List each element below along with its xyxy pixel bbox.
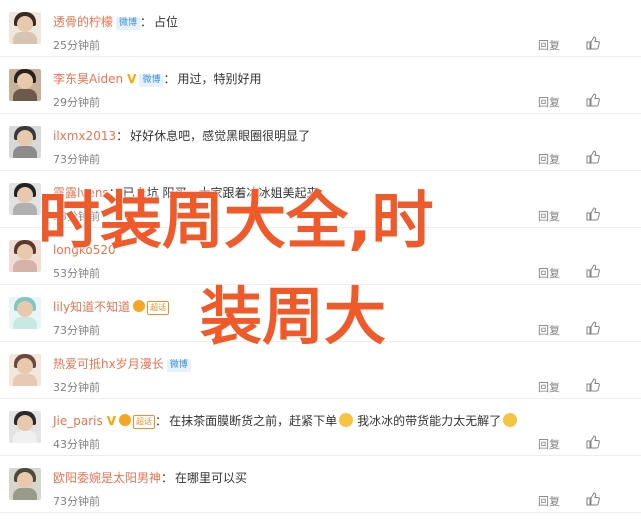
- medal-icon: [133, 300, 146, 312]
- thumbs-up-icon: [586, 378, 600, 392]
- list-item: 透骨的柠檬 微博：占位 25分钟前 回复: [0, 0, 641, 57]
- colon-separator: ：: [108, 186, 121, 200]
- like-button[interactable]: [586, 321, 600, 335]
- avatar[interactable]: [9, 411, 41, 443]
- colon-separator: ：: [163, 72, 176, 86]
- list-item: ilxmx2013： 好好休息吧，感觉黑眼圈很明显了 73分钟前 回复: [0, 114, 641, 171]
- avatar[interactable]: [9, 126, 41, 158]
- thumbs-up-icon: [586, 207, 600, 221]
- like-button[interactable]: [586, 435, 600, 449]
- topic-tag: 超话: [133, 415, 156, 429]
- topic-tag: 超话: [147, 301, 170, 315]
- list-item: lily知道不知道 超话 73分钟前 回复: [0, 285, 641, 342]
- like-button[interactable]: [586, 93, 600, 107]
- verified-icon: V: [127, 72, 137, 86]
- member-badge: 微博: [139, 74, 164, 87]
- list-item: 李东昊Aiden V 微博：用过，特别好用 29分钟前 回复: [0, 57, 641, 114]
- thumbs-up-icon: [586, 321, 600, 335]
- colon-separator: ：: [155, 414, 168, 428]
- avatar[interactable]: [9, 297, 41, 329]
- like-button[interactable]: [586, 150, 600, 164]
- reply-button[interactable]: 回复: [538, 436, 560, 452]
- list-item: 露露lvens： 已上坑 阳买，大家跟着冰冰姐美起来 33分钟前 回复: [0, 171, 641, 228]
- comment-line: 李东昊Aiden V 微博：用过，特别好用: [53, 71, 262, 87]
- timestamp: 25分钟前: [53, 39, 100, 52]
- list-item: 欧阳委婉是太阳男神： 在哪里可以买 73分钟前 回复: [0, 456, 641, 513]
- timestamp: 43分钟前: [53, 438, 100, 451]
- comment-line: ilxmx2013： 好好休息吧，感觉黑眼圈很明显了: [53, 128, 310, 144]
- comment-line: longko520: [53, 242, 116, 258]
- username-link[interactable]: Jie_paris: [53, 414, 103, 428]
- list-item: longko520 53分钟前 回复: [0, 228, 641, 285]
- thumbs-up-icon: [586, 435, 600, 449]
- verified-icon: V: [106, 414, 117, 428]
- timestamp: 53分钟前: [53, 267, 100, 280]
- avatar[interactable]: [9, 468, 41, 500]
- like-button[interactable]: [586, 378, 600, 392]
- comment-text: 占位: [154, 15, 179, 29]
- list-item: 热爱可抵hx岁月漫长 微博 32分钟前 回复: [0, 342, 641, 399]
- username-link[interactable]: 透骨的柠檬: [53, 15, 113, 29]
- timestamp: 33分钟前: [53, 210, 100, 223]
- reply-button[interactable]: 回复: [538, 322, 560, 338]
- colon-separator: ：: [140, 15, 153, 29]
- comment-text: 用过，特别好用: [177, 72, 262, 86]
- reply-button[interactable]: 回复: [538, 151, 560, 167]
- thumbs-up-icon: [586, 150, 600, 164]
- reply-button[interactable]: 回复: [538, 493, 560, 509]
- comment-line: lily知道不知道 超话: [53, 299, 170, 315]
- username-link[interactable]: 露露lvens: [53, 186, 109, 200]
- timestamp: 32分钟前: [53, 381, 100, 394]
- like-button[interactable]: [586, 207, 600, 221]
- avatar[interactable]: [9, 183, 41, 215]
- timestamp: 73分钟前: [53, 495, 100, 508]
- like-button[interactable]: [586, 264, 600, 278]
- timestamp: 73分钟前: [53, 153, 100, 166]
- colon-separator: ：: [116, 129, 129, 143]
- username-link[interactable]: longko520: [53, 243, 116, 257]
- list-item: Jie_paris V 超话：在抹茶面膜断货之前，赶紧下单 我冰冰的带货能力太无解了 4…: [0, 399, 641, 456]
- username-link[interactable]: lily知道不知道: [53, 300, 130, 314]
- reply-button[interactable]: 回复: [538, 37, 560, 53]
- like-button[interactable]: [586, 492, 600, 506]
- reply-button[interactable]: 回复: [538, 379, 560, 395]
- reply-button[interactable]: 回复: [538, 208, 560, 224]
- avatar[interactable]: [9, 12, 41, 44]
- member-badge: 微博: [166, 359, 191, 372]
- reply-button[interactable]: 回复: [538, 94, 560, 110]
- thumbs-up-icon: [586, 93, 600, 107]
- comment-line: 热爱可抵hx岁月漫长 微博: [53, 356, 191, 372]
- timestamp: 29分钟前: [53, 96, 100, 109]
- comment-line: Jie_paris V 超话：在抹茶面膜断货之前，赶紧下单 我冰冰的带货能力太无解了: [53, 413, 518, 429]
- comment-text: 已上坑 阳买，大家跟着冰冰姐美起来: [122, 186, 319, 200]
- thumbs-up-icon: [586, 264, 600, 278]
- comment-line: 透骨的柠檬 微博：占位: [53, 14, 178, 30]
- avatar[interactable]: [9, 354, 41, 386]
- reply-button[interactable]: 回复: [538, 265, 560, 281]
- username-link[interactable]: 李东昊Aiden: [53, 72, 123, 86]
- thumbs-up-icon: [586, 36, 600, 50]
- comment-text: 好好休息吧，感觉黑眼圈很明显了: [130, 129, 311, 143]
- medal-icon: [119, 414, 132, 426]
- member-badge: 微博: [116, 17, 141, 30]
- like-button[interactable]: [586, 36, 600, 50]
- colon-separator: ：: [161, 471, 174, 485]
- comment-text: 在哪里可以买: [175, 471, 248, 485]
- comment-line: 露露lvens： 已上坑 阳买，大家跟着冰冰姐美起来: [53, 185, 319, 201]
- emoji-icon: [503, 413, 518, 427]
- timestamp: 73分钟前: [53, 324, 100, 337]
- comment-text: 我冰冰的带货能力太无解了: [357, 414, 502, 428]
- comment-line: 欧阳委婉是太阳男神： 在哪里可以买: [53, 470, 247, 486]
- username-link[interactable]: ilxmx2013: [53, 129, 116, 143]
- comment-list: 透骨的柠檬 微博：占位 25分钟前 回复 李东昊Aiden V 微博：用过，特别好用 29分钟…: [0, 0, 641, 513]
- thumbs-up-icon: [586, 492, 600, 506]
- avatar[interactable]: [9, 69, 41, 101]
- emoji-icon: [339, 413, 354, 427]
- username-link[interactable]: 欧阳委婉是太阳男神: [53, 471, 161, 485]
- avatar[interactable]: [9, 240, 41, 272]
- comment-text: 在抹茶面膜断货之前，赶紧下单: [169, 414, 338, 428]
- username-link[interactable]: 热爱可抵hx岁月漫长: [53, 357, 164, 371]
